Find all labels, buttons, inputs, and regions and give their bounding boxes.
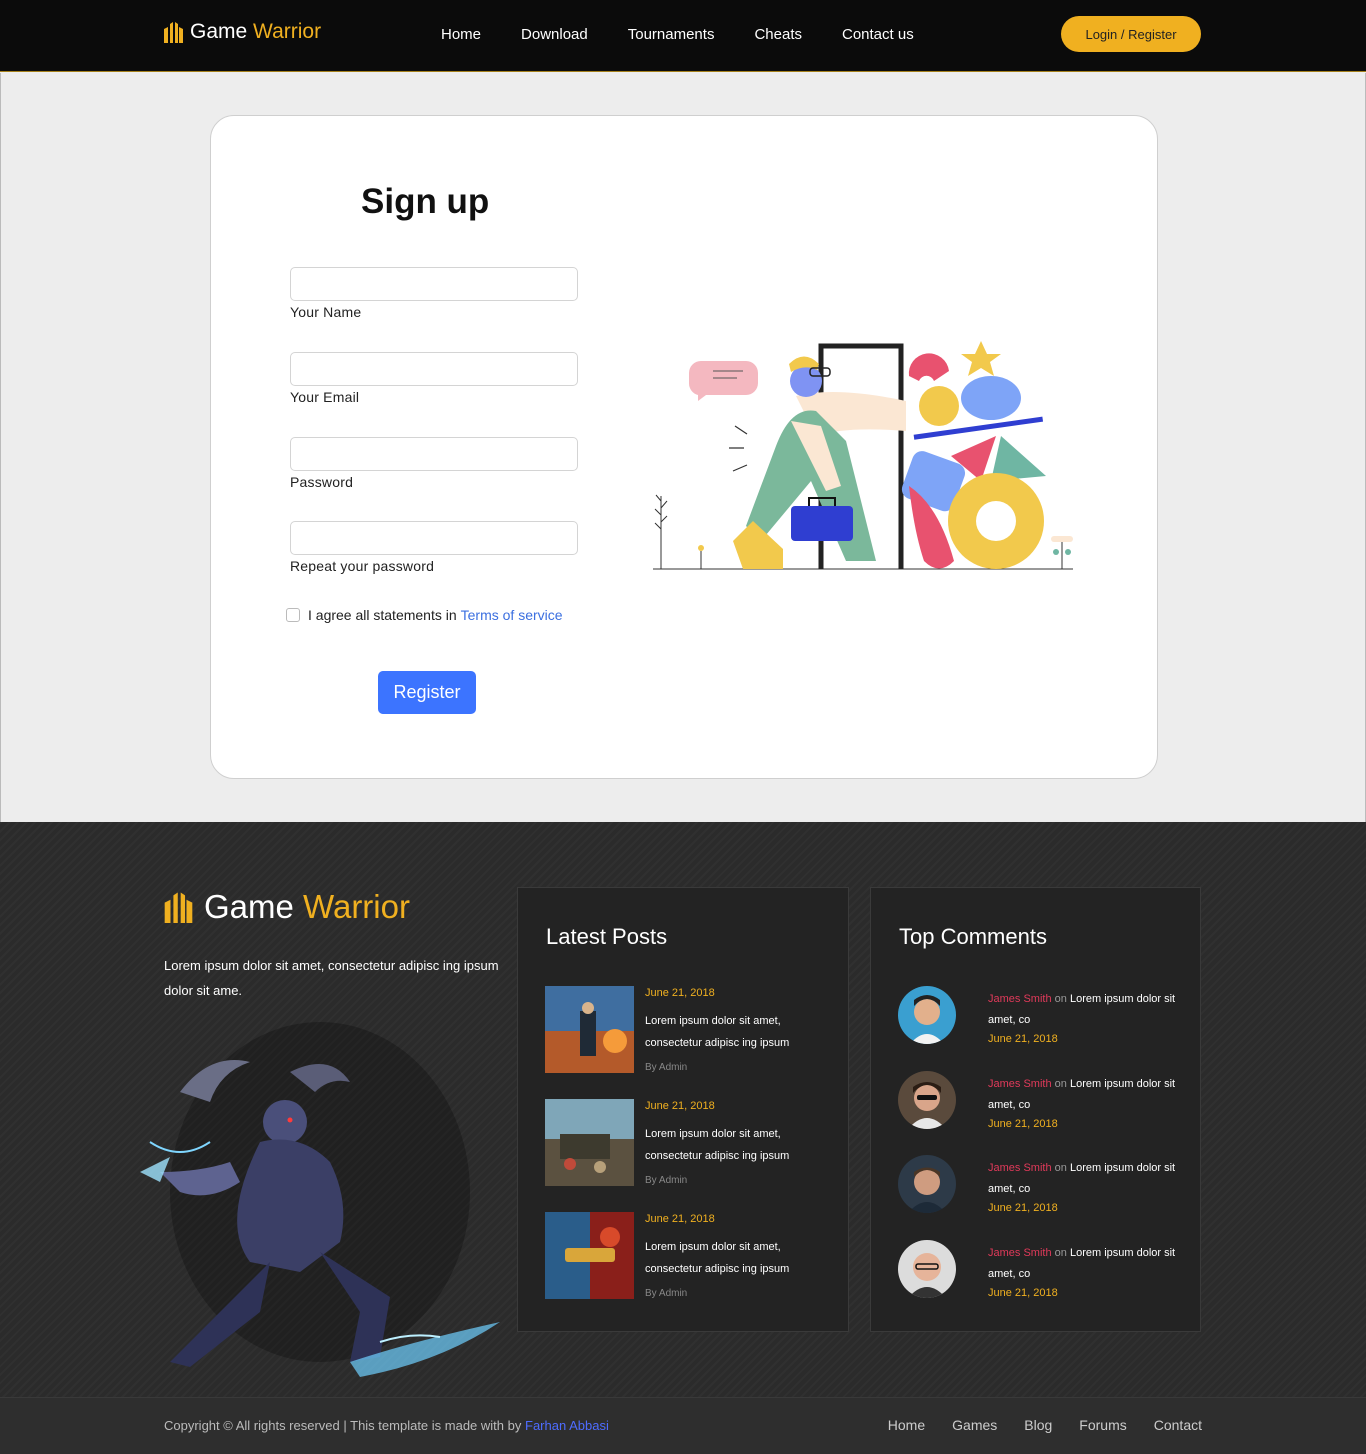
comment-item[interactable]: James Smith on Lorem ipsum dolor sit ame… xyxy=(898,1071,1188,1151)
nav-home[interactable]: Home xyxy=(441,26,481,43)
post-author: By Admin xyxy=(645,1288,688,1299)
latest-posts-panel: Latest Posts June 21, 2018 Lorem ipsum d… xyxy=(517,887,849,1332)
footer-nav-home[interactable]: Home xyxy=(888,1417,925,1433)
footer-nav-games[interactable]: Games xyxy=(952,1417,997,1433)
comment-author[interactable]: James Smith xyxy=(988,1162,1052,1174)
terms-agreement: I agree all statements in Terms of servi… xyxy=(286,607,563,623)
comment-date: June 21, 2018 xyxy=(988,1202,1058,1214)
post-date: June 21, 2018 xyxy=(645,1213,715,1225)
signup-illustration xyxy=(653,341,1073,570)
nav-cheats[interactable]: Cheats xyxy=(754,26,802,43)
top-comments-title: Top Comments xyxy=(899,924,1047,949)
copyright-text: Copyright © All rights reserved | This t… xyxy=(164,1418,522,1433)
footer-logo-text-second: Warrior xyxy=(303,888,410,925)
avatar xyxy=(898,1071,956,1129)
comment-date: June 21, 2018 xyxy=(988,1287,1058,1299)
post-author: By Admin xyxy=(645,1062,688,1073)
register-button[interactable]: Register xyxy=(378,671,476,714)
post-text: Lorem ipsum dolor sit amet, consectetur … xyxy=(645,1015,790,1049)
comment-on: on xyxy=(1054,1078,1067,1090)
footer-nav-contact[interactable]: Contact xyxy=(1154,1417,1202,1433)
terms-link[interactable]: Terms of service xyxy=(461,607,563,623)
comment-text: James Smith on Lorem ipsum dolor sit ame… xyxy=(988,1158,1188,1200)
name-label: Your Name xyxy=(290,304,362,320)
logo-text-second: Warrior xyxy=(253,20,322,43)
comment-date: June 21, 2018 xyxy=(988,1033,1058,1045)
repeat-password-field-group: Repeat your password xyxy=(290,521,578,574)
signup-title: Sign up xyxy=(361,182,490,221)
post-item[interactable]: June 21, 2018 Lorem ipsum dolor sit amet… xyxy=(545,986,835,1076)
footer-description: Lorem ipsum dolor sit amet, consectetur … xyxy=(164,958,499,998)
post-date: June 21, 2018 xyxy=(645,987,715,999)
name-field-group: Your Name xyxy=(290,267,578,320)
top-navbar: Game Warrior Home Download Tournaments C… xyxy=(0,0,1366,72)
post-item[interactable]: June 21, 2018 Lorem ipsum dolor sit amet… xyxy=(545,1212,835,1302)
post-thumbnail xyxy=(545,1099,634,1186)
repeat-password-label: Repeat your password xyxy=(290,558,435,574)
post-thumbnail xyxy=(545,986,634,1073)
name-input[interactable] xyxy=(290,267,578,301)
comment-on: on xyxy=(1054,1247,1067,1259)
comment-item[interactable]: James Smith on Lorem ipsum dolor sit ame… xyxy=(898,1240,1188,1320)
password-input[interactable] xyxy=(290,437,578,471)
main-nav: Home Download Tournaments Cheats Contact… xyxy=(441,26,954,43)
comment-item[interactable]: James Smith on Lorem ipsum dolor sit ame… xyxy=(898,1155,1188,1235)
post-text: Lorem ipsum dolor sit amet, consectetur … xyxy=(645,1128,790,1162)
email-label: Your Email xyxy=(290,389,360,405)
post-text: Lorem ipsum dolor sit amet, consectetur … xyxy=(645,1241,790,1275)
latest-posts-title: Latest Posts xyxy=(546,924,668,949)
comment-text: James Smith on Lorem ipsum dolor sit ame… xyxy=(988,1074,1188,1116)
footer-nav-forums[interactable]: Forums xyxy=(1079,1417,1126,1433)
main-content: Sign up Your Name Your Email Password Re… xyxy=(0,73,1366,822)
copyright: Copyright © All rights reserved | This t… xyxy=(164,1418,609,1433)
login-register-button[interactable]: Login / Register xyxy=(1061,16,1201,52)
avatar xyxy=(898,1240,956,1298)
comment-author[interactable]: James Smith xyxy=(988,1078,1052,1090)
footer: Game Warrior Lorem ipsum dolor sit amet,… xyxy=(0,822,1366,1397)
terms-text: I agree all statements in xyxy=(308,607,457,623)
author-link[interactable]: Farhan Abbasi xyxy=(525,1418,609,1433)
comment-item[interactable]: James Smith on Lorem ipsum dolor sit ame… xyxy=(898,986,1188,1066)
post-item[interactable]: June 21, 2018 Lorem ipsum dolor sit amet… xyxy=(545,1099,835,1189)
comment-on: on xyxy=(1054,1162,1067,1174)
avatar xyxy=(898,986,956,1044)
warrior-character-image xyxy=(140,1022,500,1377)
comment-date: June 21, 2018 xyxy=(988,1118,1058,1130)
signup-card: Sign up Your Name Your Email Password Re… xyxy=(210,115,1158,779)
email-field-group: Your Email xyxy=(290,352,578,405)
logo-icon xyxy=(164,892,193,923)
copyright-bar: Copyright © All rights reserved | This t… xyxy=(0,1397,1366,1454)
nav-tournaments[interactable]: Tournaments xyxy=(628,26,715,43)
footer-logo-text-first: Game xyxy=(204,888,294,925)
logo-text-first: Game xyxy=(190,20,248,43)
post-author: By Admin xyxy=(645,1175,688,1186)
logo-icon xyxy=(164,22,183,43)
repeat-password-input[interactable] xyxy=(290,521,578,555)
comment-author[interactable]: James Smith xyxy=(988,993,1052,1005)
comment-text: James Smith on Lorem ipsum dolor sit ame… xyxy=(988,989,1188,1031)
nav-contact[interactable]: Contact us xyxy=(842,26,914,43)
terms-checkbox[interactable] xyxy=(286,608,300,622)
password-label: Password xyxy=(290,474,354,490)
footer-logo[interactable]: Game Warrior xyxy=(164,888,410,926)
footer-nav-blog[interactable]: Blog xyxy=(1024,1417,1052,1433)
footer-nav: Home Games Blog Forums Contact xyxy=(861,1417,1202,1433)
email-input[interactable] xyxy=(290,352,578,386)
post-date: June 21, 2018 xyxy=(645,1100,715,1112)
comment-on: on xyxy=(1054,993,1067,1005)
site-logo[interactable]: Game Warrior xyxy=(164,20,321,44)
password-field-group: Password xyxy=(290,437,578,490)
post-thumbnail xyxy=(545,1212,634,1299)
top-comments-panel: Top Comments James Smith on Lorem ipsum … xyxy=(870,887,1201,1332)
nav-download[interactable]: Download xyxy=(521,26,588,43)
comment-text: James Smith on Lorem ipsum dolor sit ame… xyxy=(988,1243,1188,1285)
comment-author[interactable]: James Smith xyxy=(988,1247,1052,1259)
avatar xyxy=(898,1155,956,1213)
